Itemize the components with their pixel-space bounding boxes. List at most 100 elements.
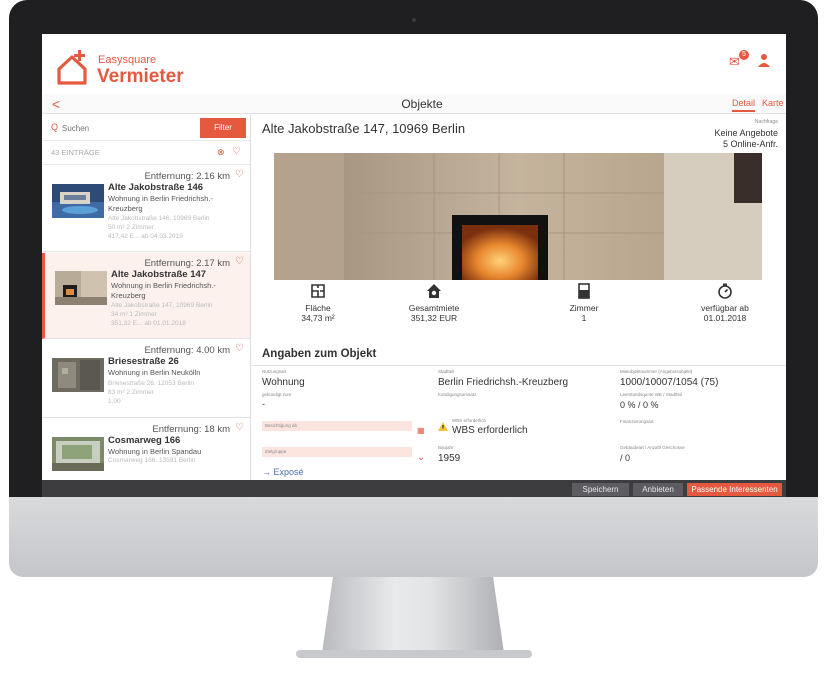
property-photo <box>274 153 762 280</box>
app-screen: Easysquare Vermieter ✉ 5 < Objekte Detai… <box>42 34 786 497</box>
stat-value: 34,73 m² <box>301 313 335 323</box>
listing-rent: 417,42 E... ab 04.03.2019 <box>108 233 183 240</box>
listing-meta: 50 m² 2 Zimmer <box>108 224 154 231</box>
stat-area: Fläche 34,73 m² <box>268 283 368 323</box>
mietobjekt-label: Mietobjektnummer (Angebotsobjekt) <box>620 369 693 374</box>
stat-label: verfügbar ab <box>701 303 749 313</box>
listing-thumbnail <box>55 271 107 305</box>
gebaeude-label: Gebäudeart / Anzahl Geschosse <box>620 445 685 450</box>
notification-badge: 5 <box>739 50 749 60</box>
gekuendigt-label: gekündigt zum <box>262 392 292 397</box>
matching-prospects-button[interactable]: Passende Interessenten <box>687 483 782 496</box>
gekuendigt-value: - <box>262 399 265 409</box>
entry-count: 43 EINTRÄGE <box>51 148 100 157</box>
page-title: Objekte <box>401 97 443 111</box>
stadtteil-label: Stadtteil <box>438 369 455 374</box>
warning-icon <box>438 422 448 431</box>
listing-address: Briesestraße 26, 12053 Berlin <box>108 380 194 387</box>
monitor-stand <box>322 577 504 653</box>
stat-label: Gesamtmiete <box>408 303 460 313</box>
leerstand-label: Leerstandsquote WE / Stadtteil <box>620 392 683 397</box>
wbs-label: WBS erforderlich <box>452 418 487 423</box>
listing-type: Wohnung in Berlin Friedrichsh.-Kreuzberg <box>108 194 213 213</box>
nutzungsart-value: Wohnung <box>262 377 305 388</box>
listing-name: Briesestraße 26 <box>108 356 179 367</box>
section-title: Angaben zum Objekt <box>262 348 377 360</box>
back-chevron-icon[interactable]: < <box>52 96 60 112</box>
detail-panel: Alte Jakobstraße 147, 10969 Berlin Nachf… <box>252 115 786 480</box>
detail-address: Alte Jakobstraße 147, 10969 Berlin <box>262 121 466 136</box>
favorite-heart-icon[interactable]: ♡ <box>235 169 244 180</box>
favorite-heart-icon[interactable]: ♡ <box>235 422 244 433</box>
listing-thumbnail <box>52 184 104 218</box>
chevron-down-icon[interactable]: ⌄ <box>417 452 425 463</box>
list-item[interactable]: Entfernung: 18 km ♡ Cosmarweg 166 Wohnun… <box>42 419 250 480</box>
leerstand-value: 0 % / 0 % <box>620 400 659 410</box>
search-icon: Q <box>51 122 59 132</box>
stopwatch-icon <box>718 283 732 299</box>
stadtteil-value: Berlin Friedrichsh.-Kreuzberg <box>438 377 569 388</box>
favorite-heart-icon[interactable]: ♡ <box>235 256 244 267</box>
list-item[interactable]: Entfernung: 2.16 km ♡ Alte Jakobstraße 1… <box>42 166 250 252</box>
favorite-heart-icon[interactable]: ♡ <box>235 343 244 354</box>
list-item[interactable]: Entfernung: 4.00 km ♡ Briesestraße 26 Wo… <box>42 340 250 418</box>
stat-value: 1 <box>581 313 587 323</box>
kuendigung-label: Kündigungsumsatz <box>438 392 477 397</box>
stat-value: 351,32 EUR <box>410 313 458 323</box>
door-icon <box>578 283 590 299</box>
listing-distance: Entfernung: 2.16 km <box>144 171 230 182</box>
offers-count: Keine Angebote <box>714 128 778 138</box>
list-item-selected[interactable]: Entfernung: 2.17 km ♡ Alte Jakobstraße 1… <box>42 253 250 339</box>
zielgruppe-input[interactable]: Zielgruppe <box>262 447 412 457</box>
listing-meta: 83 m² 2 Zimmer <box>108 389 154 396</box>
user-icon[interactable] <box>758 53 770 67</box>
brand-title: Vermieter <box>97 66 184 87</box>
mietobjekt-value: 1000/10007/1054 (75) <box>620 377 719 388</box>
tab-detail[interactable]: Detail <box>732 98 756 112</box>
calendar-icon[interactable]: ▦ <box>417 426 425 435</box>
stat-label: Fläche <box>305 303 331 313</box>
offer-button[interactable]: Anbieten <box>633 483 683 496</box>
search-input[interactable] <box>62 121 182 135</box>
listing-name: Alte Jakobstraße 146 <box>108 182 204 193</box>
finanzierung-label: Finanzierungsart <box>620 419 654 424</box>
listing-thumbnail <box>52 358 104 392</box>
save-button[interactable]: Speichern <box>572 483 629 496</box>
house-icon <box>427 284 441 298</box>
count-row: 43 EINTRÄGE ⊗ ♡ <box>42 141 250 165</box>
listing-rent: 351,32 E... ab 01.01.2018 <box>111 320 186 327</box>
clear-icon[interactable]: ⊗ <box>217 147 225 158</box>
house-plus-logo-icon <box>57 50 87 85</box>
listing-panel: Q Filter 43 EINTRÄGE ⊗ ♡ Entfernung: 2.1… <box>42 115 251 480</box>
stat-available: verfügbar ab 01.01.2018 <box>675 283 775 323</box>
listing-distance: Entfernung: 18 km <box>152 424 230 435</box>
floorplan-icon <box>311 284 325 298</box>
listing-meta: 34 m² 1 Zimmer <box>111 311 157 318</box>
listing-type: Wohnung in Berlin Friedrichsh.-Kreuzberg <box>111 281 216 300</box>
tab-karte[interactable]: Karte <box>762 98 784 108</box>
monitor-chin <box>9 497 818 577</box>
wbs-value: WBS erforderlich <box>452 425 528 436</box>
stat-rooms: Zimmer 1 <box>534 283 634 323</box>
listing-distance: Entfernung: 2.17 km <box>144 258 230 269</box>
search-row: Q Filter <box>42 115 250 141</box>
listing-distance: Entfernung: 4.00 km <box>144 345 230 356</box>
expose-link[interactable]: → Exposé <box>262 467 304 477</box>
listing-type: Wohnung in Berlin Neukölln <box>108 368 201 377</box>
heart-icon[interactable]: ♡ <box>232 146 241 157</box>
listing-address: Alte Jakobstraße 147, 10969 Berlin <box>111 302 213 309</box>
brand-subtitle: Easysquare <box>98 54 157 66</box>
baujahr-label: Baujahr <box>438 445 454 450</box>
besichtigung-input[interactable]: Besichtigung ab <box>262 421 412 431</box>
webcam <box>412 18 416 22</box>
filter-button[interactable]: Filter <box>200 118 246 138</box>
listing-name: Cosmarweg 166 <box>108 435 181 446</box>
baujahr-value: 1959 <box>438 453 461 464</box>
stat-value: 01.01.2018 <box>703 313 747 323</box>
listing-address: Alte Jakobstraße 146, 10969 Berlin <box>108 215 210 222</box>
listing-rent: 1,00 <box>108 398 121 405</box>
monitor-foot <box>296 650 532 658</box>
gebaeude-value: / 0 <box>620 453 631 463</box>
online-requests: 5 Online-Anfr. <box>722 139 778 149</box>
nachfrage-label: Nachfrage <box>754 119 778 125</box>
